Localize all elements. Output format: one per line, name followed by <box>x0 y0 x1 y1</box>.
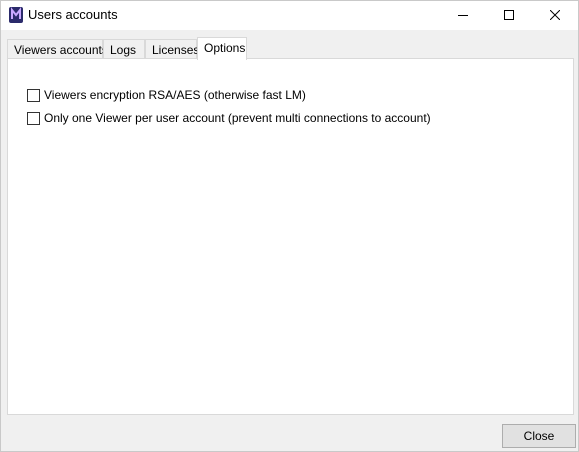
minimize-icon <box>458 9 468 23</box>
single-viewer-option-label: Only one Viewer per user account (preven… <box>44 111 431 125</box>
encryption-checkbox[interactable] <box>27 88 40 102</box>
app-logo-icon <box>8 6 24 24</box>
tab-label: Options <box>204 41 246 55</box>
minimize-button[interactable] <box>440 1 486 30</box>
close-icon <box>549 9 561 23</box>
close-button[interactable]: Close <box>502 424 576 448</box>
tab-label: Logs <box>110 43 137 57</box>
maximize-icon <box>504 9 514 23</box>
maximize-button[interactable] <box>486 1 532 30</box>
single-viewer-option[interactable]: Only one Viewer per user account (preven… <box>27 110 431 126</box>
encryption-option-label: Viewers encryption RSA/AES (otherwise fa… <box>44 88 306 102</box>
encryption-option[interactable]: Viewers encryption RSA/AES (otherwise fa… <box>27 87 306 103</box>
options-panel: Viewers encryption RSA/AES (otherwise fa… <box>7 58 574 415</box>
tab-strip: Viewers accounts Logs Licenses Options <box>7 37 572 60</box>
tab-licenses[interactable]: Licenses <box>145 39 200 59</box>
tab-logs[interactable]: Logs <box>103 39 145 59</box>
tab-label: Viewers accounts <box>14 43 108 57</box>
tab-viewers-accounts[interactable]: Viewers accounts <box>7 39 108 59</box>
title-bar[interactable]: Users accounts <box>1 1 578 30</box>
users-accounts-window: Users accounts Viewers accounts Logs Lic… <box>0 0 579 452</box>
single-viewer-checkbox[interactable] <box>27 111 40 125</box>
close-window-button[interactable] <box>532 1 578 30</box>
window-title: Users accounts <box>28 7 118 22</box>
tab-options[interactable]: Options <box>197 37 247 60</box>
tab-label: Licenses <box>152 43 200 57</box>
